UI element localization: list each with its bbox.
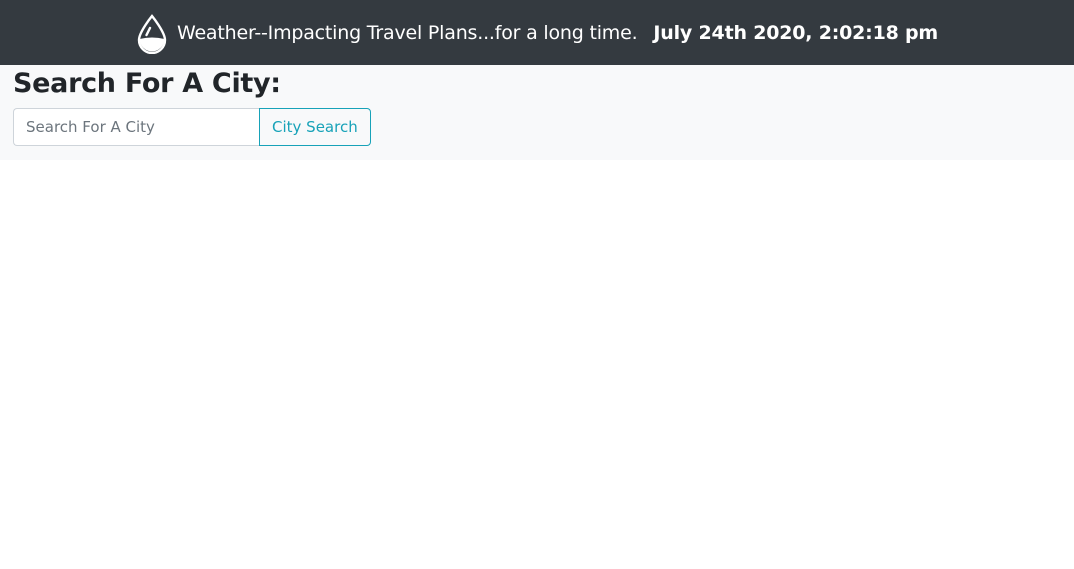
city-search-input[interactable] <box>13 108 259 146</box>
navbar: Weather--Impacting Travel Plans...for a … <box>0 0 1074 65</box>
city-search-button[interactable]: City Search <box>259 108 371 146</box>
search-input-group: City Search <box>13 108 1061 146</box>
search-heading: Search For A City: <box>13 68 281 99</box>
current-datetime: July 24th 2020, 2:02:18 pm <box>653 21 939 44</box>
search-panel: Search For A City: City Search <box>0 65 1074 160</box>
app-title: Weather--Impacting Travel Plans...for a … <box>176 21 638 44</box>
water-drop-icon <box>136 13 168 54</box>
brand: Weather--Impacting Travel Plans...for a … <box>136 12 638 54</box>
